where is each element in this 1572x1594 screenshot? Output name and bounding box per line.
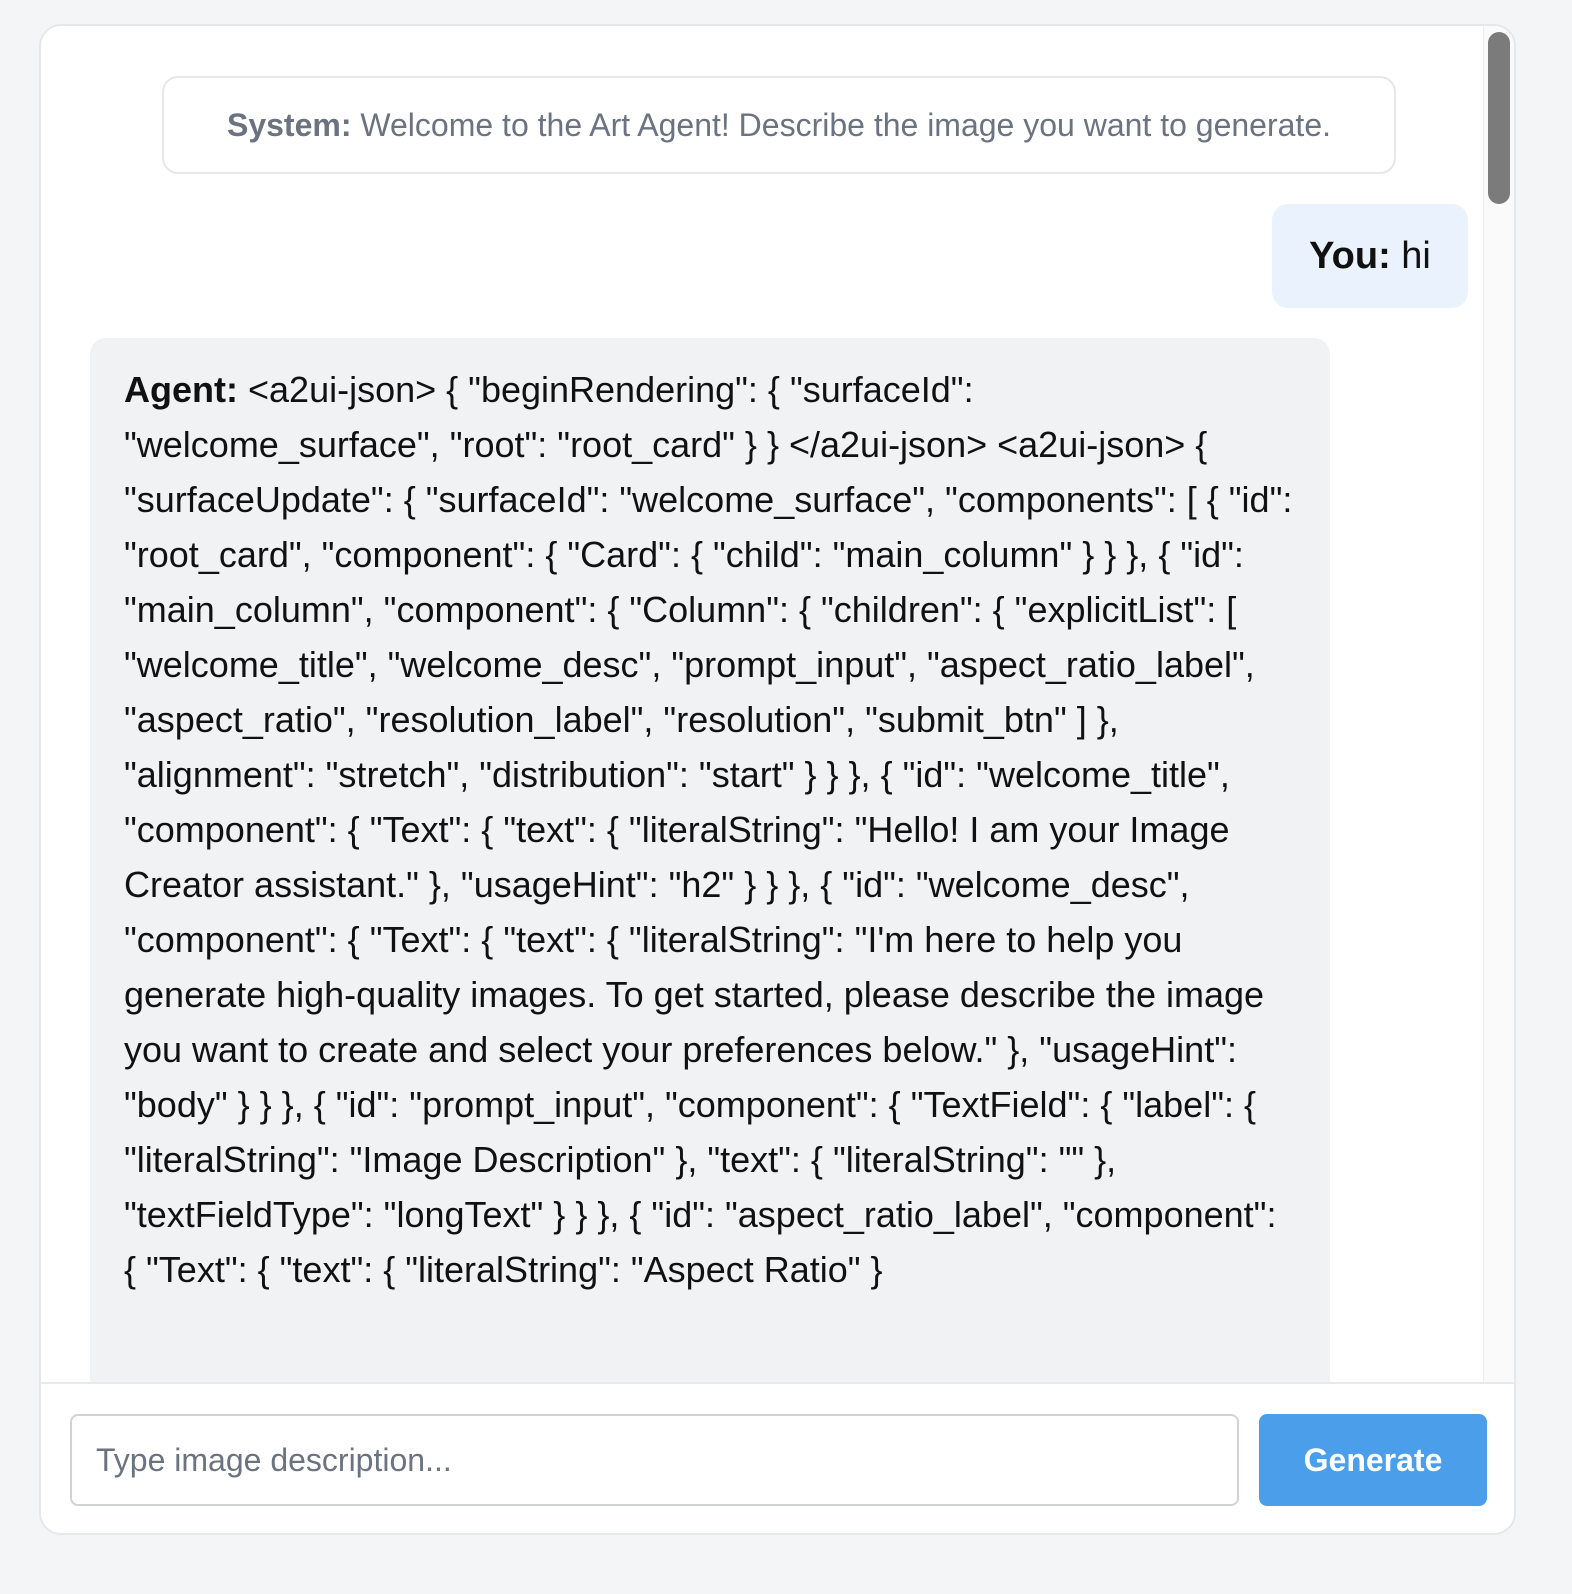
user-message-label: You: [1309,235,1391,277]
image-description-input[interactable] [70,1414,1239,1506]
scrollbar-track[interactable] [1483,26,1514,1382]
message-list[interactable]: System: Welcome to the Art Agent! Descri… [41,26,1514,1382]
chat-window: System: Welcome to the Art Agent! Descri… [39,24,1516,1535]
composer-bar: Generate [41,1382,1514,1533]
user-message-text: hi [1401,235,1431,277]
generate-button[interactable]: Generate [1259,1414,1487,1506]
agent-message-label: Agent: [124,369,238,410]
system-message-text: Welcome to the Art Agent! Describe the i… [360,107,1331,143]
agent-message-text: <a2ui-json> { "beginRendering": { "surfa… [124,369,1293,1290]
scrollbar-thumb[interactable] [1488,32,1510,204]
user-message: You: hi [1272,204,1468,308]
system-message: System: Welcome to the Art Agent! Descri… [162,76,1396,174]
agent-message: Agent: <a2ui-json> { "beginRendering": {… [90,338,1330,1382]
system-message-label: System: [226,107,352,143]
